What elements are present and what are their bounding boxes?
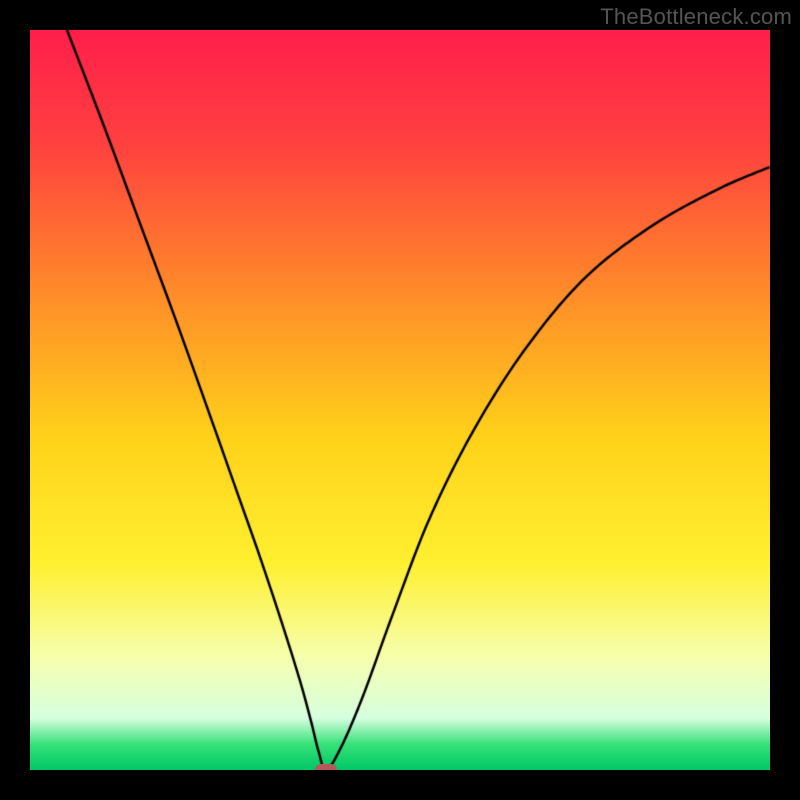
watermark-text: TheBottleneck.com <box>600 4 792 30</box>
chart-frame: TheBottleneck.com <box>0 0 800 800</box>
plot-area <box>30 30 770 770</box>
optimum-marker <box>315 764 337 770</box>
bottleneck-curve <box>30 30 770 770</box>
